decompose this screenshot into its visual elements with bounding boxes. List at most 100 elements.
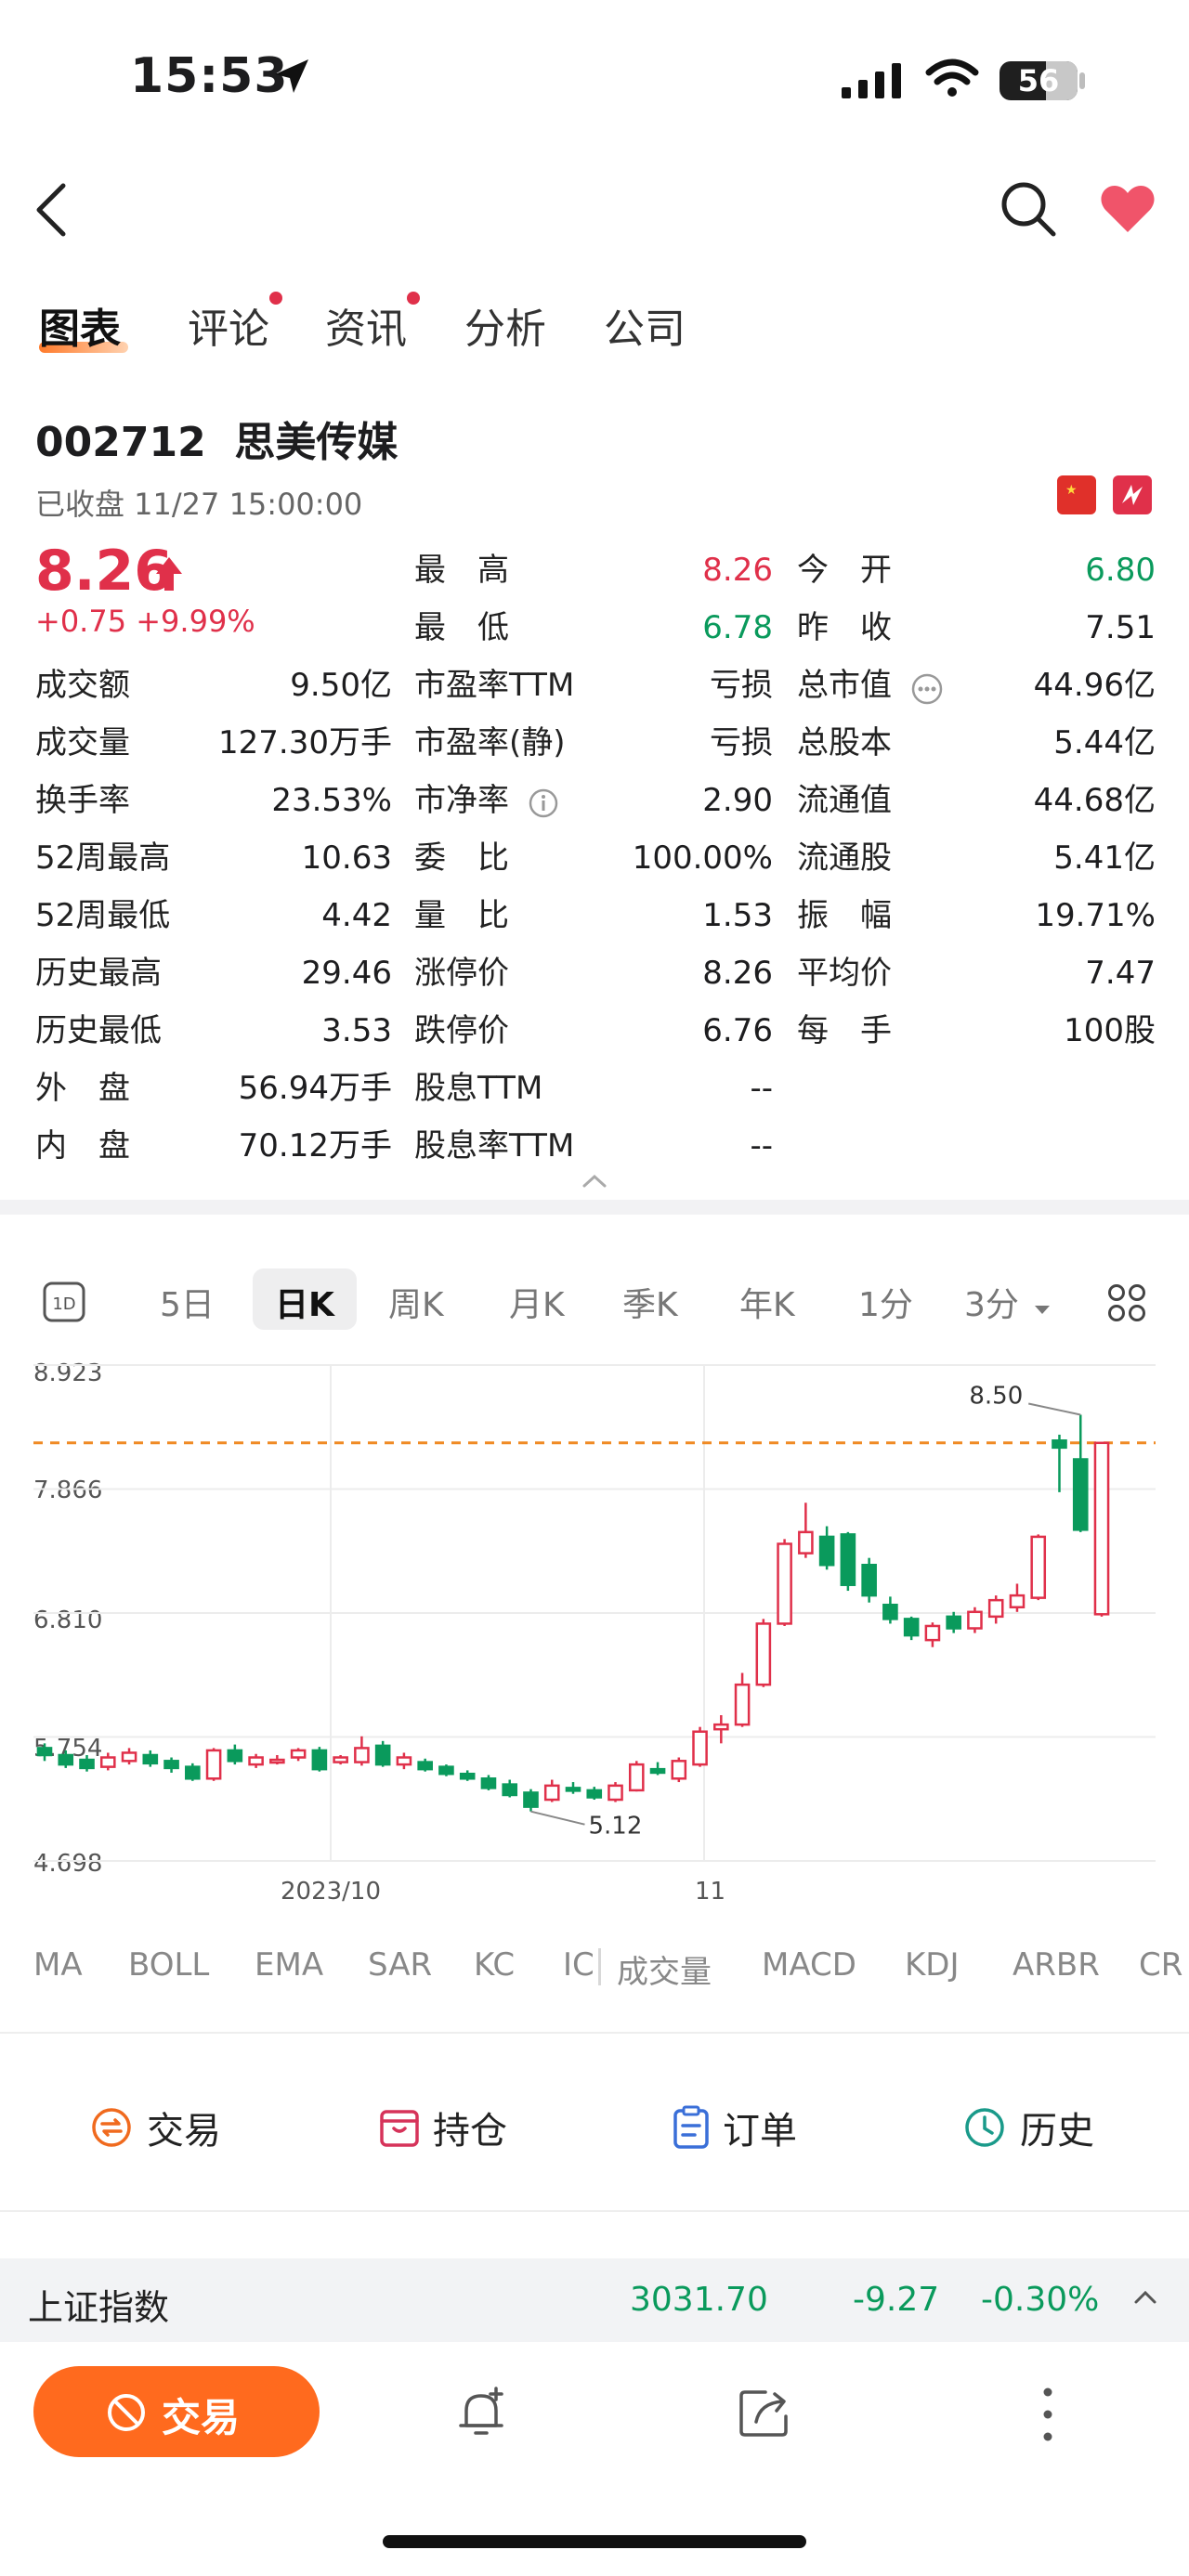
- action-history[interactable]: 历史: [962, 2101, 1094, 2154]
- candle-body: [734, 1683, 751, 1726]
- period-yearly-k[interactable]: 年K: [739, 1278, 795, 1326]
- tab-analysis[interactable]: 分析: [464, 295, 546, 355]
- tab-company[interactable]: 公司: [604, 295, 686, 355]
- price-change: +0.75 +9.99%: [35, 604, 255, 639]
- more-menu-icon[interactable]: [1037, 2385, 1059, 2444]
- candle-body: [987, 1598, 1004, 1619]
- period-5d[interactable]: 5日: [160, 1278, 215, 1326]
- tab-news[interactable]: 资讯: [325, 295, 407, 355]
- svg-text:1D: 1D: [52, 1295, 75, 1314]
- x-tick-label: 11: [695, 1878, 726, 1906]
- period-1d-icon[interactable]: 1D: [43, 1281, 85, 1322]
- period-monthly-k[interactable]: 月K: [509, 1278, 565, 1326]
- indicator-kc[interactable]: KC: [474, 1946, 515, 1984]
- grid-layout-icon[interactable]: [1107, 1283, 1146, 1322]
- stat-value: 44.68亿: [1033, 782, 1156, 819]
- period-weekly-k[interactable]: 周K: [388, 1278, 444, 1326]
- stat-label: 流通值: [797, 782, 892, 819]
- action-trade[interactable]: 交易: [89, 2101, 221, 2154]
- indicator-volume[interactable]: 成交量: [617, 1946, 712, 1992]
- stat-label: 历史最高: [35, 955, 162, 992]
- prev-close-label: 昨 收: [797, 609, 892, 646]
- candle-body: [79, 1758, 95, 1770]
- position-icon: [380, 2110, 419, 2147]
- candle-body: [861, 1563, 877, 1597]
- period-3min[interactable]: 3分: [964, 1278, 1052, 1326]
- candle-body: [438, 1765, 454, 1776]
- candle-body: [374, 1744, 391, 1766]
- indicator-boll[interactable]: BOLL: [128, 1946, 209, 1984]
- candle-body: [227, 1749, 243, 1763]
- indicator-ic[interactable]: IC: [563, 1946, 594, 1984]
- indicator-kdj[interactable]: KDJ: [905, 1946, 960, 1984]
- indicator-sar[interactable]: SAR: [368, 1946, 432, 1984]
- candle-body: [713, 1723, 729, 1731]
- indicator-arbr[interactable]: ARBR: [1013, 1946, 1100, 1984]
- search-icon[interactable]: [1000, 180, 1057, 238]
- stat-label: 52周最高: [35, 839, 171, 877]
- indicator-ma[interactable]: MA: [33, 1946, 83, 1984]
- candle-body: [523, 1791, 539, 1808]
- info-icon[interactable]: [528, 787, 559, 819]
- favorite-heart-icon[interactable]: [1100, 184, 1156, 234]
- history-icon: [965, 2108, 1004, 2147]
- candle-body: [692, 1730, 708, 1766]
- candle-body: [396, 1756, 412, 1766]
- back-icon[interactable]: [32, 182, 72, 238]
- indicator-macd[interactable]: MACD: [762, 1946, 856, 1984]
- candle-body: [121, 1751, 137, 1763]
- candle-body: [840, 1533, 856, 1586]
- candle-body: [882, 1603, 898, 1620]
- action-positions[interactable]: 持仓: [379, 2101, 507, 2154]
- stat-label: 股息率TTM: [414, 1127, 575, 1164]
- candle-body: [1052, 1439, 1067, 1450]
- candle-body: [142, 1753, 159, 1765]
- stat-value: 100.00%: [632, 839, 773, 877]
- indicator-ema[interactable]: EMA: [255, 1946, 323, 1984]
- cellular-signal-icon: [842, 63, 901, 98]
- high-label: 最 高: [414, 552, 509, 589]
- index-ticker-bar[interactable]: 上证指数 3031.70 -9.27 -0.30%: [0, 2258, 1189, 2342]
- candle-body: [205, 1749, 222, 1780]
- stat-value: 3.53: [321, 1012, 392, 1049]
- tab-chart[interactable]: 图表: [39, 295, 121, 355]
- stat-value: 9.50亿: [290, 667, 392, 704]
- stock-code: 002712: [35, 419, 206, 466]
- section-divider: [0, 1200, 1189, 1215]
- tab-comments[interactable]: 评论: [188, 295, 269, 355]
- index-name: 上证指数: [28, 2287, 170, 2328]
- stock-title: 002712 思美传媒: [35, 409, 398, 468]
- candlestick-chart[interactable]: 8.50 5.12: [0, 1356, 1189, 1876]
- stat-value: --: [750, 1127, 773, 1164]
- share-icon[interactable]: [738, 2387, 793, 2439]
- x-tick-label: 2023/10: [281, 1878, 382, 1906]
- stat-label: 市盈率(静): [414, 724, 566, 761]
- candle-body: [798, 1530, 814, 1555]
- candle-body: [608, 1784, 623, 1802]
- stat-value: 29.46: [301, 955, 392, 992]
- collapse-chevron-icon[interactable]: [581, 1174, 608, 1189]
- trade-button[interactable]: 交易: [33, 2366, 320, 2457]
- stat-value: 2.90: [702, 782, 773, 819]
- stats-grid: 成交额 9.50亿 市盈率TTM 亏损 总市值 44.96亿 成交量 127.3…: [0, 667, 1189, 1187]
- expand-chevron-icon[interactable]: [1133, 2290, 1157, 2305]
- alert-bell-icon[interactable]: [453, 2385, 509, 2440]
- stock-name: 思美传媒: [234, 419, 399, 466]
- period-quarterly-k[interactable]: 季K: [622, 1278, 678, 1326]
- period-daily-k[interactable]: 日K: [275, 1278, 334, 1326]
- stat-value: 8.26: [702, 955, 773, 992]
- low-annotation-leader: [530, 1810, 585, 1826]
- indicator-cr[interactable]: CR: [1139, 1946, 1182, 1984]
- candle-body: [628, 1763, 645, 1792]
- period-1min[interactable]: 1分: [858, 1278, 913, 1326]
- stat-label: 跌停价: [414, 1012, 509, 1049]
- candle-body: [248, 1756, 264, 1766]
- candle-body: [777, 1542, 792, 1625]
- dropdown-caret-icon: [1035, 1306, 1051, 1314]
- action-orders[interactable]: 订单: [673, 2101, 797, 2154]
- stat-value: 5.41亿: [1053, 839, 1156, 877]
- candle-body: [99, 1756, 116, 1768]
- candle-body: [586, 1789, 603, 1799]
- stat-label: 成交量: [35, 724, 130, 761]
- tab-news-dot: [407, 292, 420, 305]
